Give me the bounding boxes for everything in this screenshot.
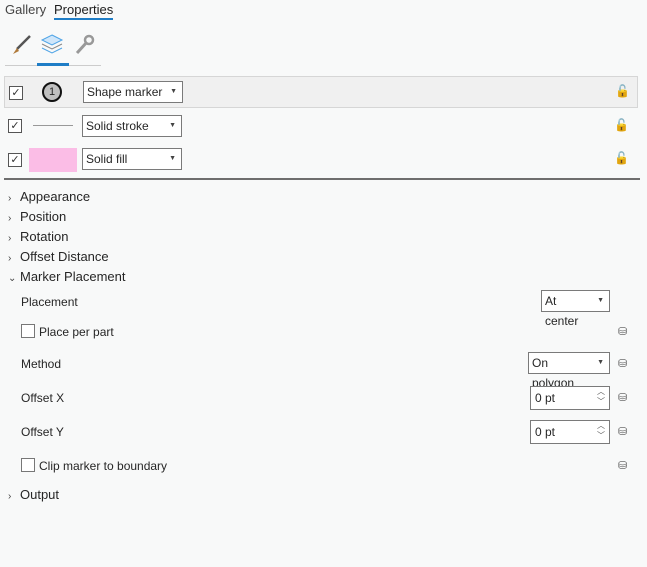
tab-properties[interactable]: Properties xyxy=(54,2,114,20)
offset-y-label: Offset Y xyxy=(21,425,64,439)
database-icon[interactable]: ⛁ xyxy=(618,459,630,472)
layers-tab-button[interactable] xyxy=(40,33,64,60)
section-offset-distance[interactable]: › Offset Distance xyxy=(8,249,109,264)
section-label: Position xyxy=(20,209,67,224)
chevron-down-icon: ⌄ xyxy=(8,273,17,284)
chevron-down-icon: ▼ xyxy=(597,297,604,304)
layer-row-marker[interactable]: ✓ 1 Shape marker ▼ 🔓 xyxy=(4,76,638,108)
layer-type-dropdown[interactable]: Solid stroke ▼ xyxy=(82,115,182,137)
wrench-icon xyxy=(75,34,95,55)
layer-visibility-checkbox[interactable]: ✓ xyxy=(8,153,22,167)
input-value: 0 pt xyxy=(535,391,556,405)
clip-marker-checkbox[interactable] xyxy=(21,458,35,472)
chevron-right-icon: › xyxy=(8,253,12,264)
clip-marker-label: Clip marker to boundary xyxy=(39,459,168,473)
spinner-arrows-icon[interactable]: ︿ ﹀ xyxy=(597,421,605,441)
section-label: Appearance xyxy=(20,189,91,204)
symbol-tab-button[interactable] xyxy=(10,34,32,59)
shape-marker-preview: 1 xyxy=(42,82,62,102)
dropdown-value: On polygon xyxy=(532,356,575,390)
database-icon[interactable]: ⛁ xyxy=(618,391,630,404)
section-label: Rotation xyxy=(20,229,69,244)
lock-icon[interactable]: 🔓 xyxy=(614,118,629,132)
dropdown-value: At center xyxy=(545,294,579,328)
chevron-right-icon: › xyxy=(8,213,12,224)
chevron-right-icon: › xyxy=(8,193,12,204)
layers-divider xyxy=(4,178,640,180)
tab-gallery[interactable]: Gallery xyxy=(5,2,46,17)
chevron-down-icon: ▼ xyxy=(597,359,604,366)
offset-y-input[interactable]: 0 pt ︿ ﹀ xyxy=(530,420,610,444)
placement-label: Placement xyxy=(21,295,78,309)
place-per-part-label: Place per part xyxy=(39,325,114,339)
offset-x-input[interactable]: 0 pt ︿ ﹀ xyxy=(530,386,610,410)
section-appearance[interactable]: › Appearance xyxy=(8,189,90,204)
database-icon[interactable]: ⛁ xyxy=(618,425,630,438)
section-marker-placement[interactable]: ⌄ Marker Placement xyxy=(8,269,125,284)
method-label: Method xyxy=(21,357,62,371)
method-dropdown[interactable]: On polygon ▼ xyxy=(528,352,610,390)
layer-type-dropdown[interactable]: Solid fill ▼ xyxy=(82,148,182,170)
layer-visibility-checkbox[interactable]: ✓ xyxy=(8,119,22,133)
placement-dropdown[interactable]: At center ▼ xyxy=(541,290,610,328)
chevron-down-icon: ▼ xyxy=(169,122,176,129)
section-label: Output xyxy=(20,487,60,502)
layer-row-stroke[interactable]: ✓ Solid stroke ▼ 🔓 xyxy=(4,110,638,142)
dropdown-value: Shape marker xyxy=(87,85,163,99)
section-position[interactable]: › Position xyxy=(8,209,66,224)
place-per-part-checkbox[interactable] xyxy=(21,324,35,338)
section-label: Offset Distance xyxy=(20,249,109,264)
layers-icon xyxy=(40,34,64,54)
layer-row-fill[interactable]: ✓ Solid fill ▼ 🔓 xyxy=(4,144,638,176)
input-value: 0 pt xyxy=(535,425,556,439)
lock-icon[interactable]: 🔓 xyxy=(615,84,630,98)
chevron-right-icon: › xyxy=(8,233,12,244)
dropdown-value: Solid fill xyxy=(86,152,128,166)
spinner-arrows-icon[interactable]: ︿ ﹀ xyxy=(597,387,605,407)
layer-visibility-checkbox[interactable]: ✓ xyxy=(9,86,23,100)
active-tab-indicator xyxy=(37,63,69,66)
fill-preview xyxy=(29,148,77,172)
lock-icon[interactable]: 🔓 xyxy=(614,151,629,165)
chevron-down-icon: ▼ xyxy=(170,88,177,95)
dropdown-value: Solid stroke xyxy=(86,119,149,133)
paintbrush-icon xyxy=(13,35,31,54)
chevron-down-icon: ▼ xyxy=(169,155,176,162)
section-output[interactable]: › Output xyxy=(8,487,59,502)
chevron-right-icon: › xyxy=(8,491,12,502)
structure-tab-button[interactable] xyxy=(73,34,95,59)
layer-type-dropdown[interactable]: Shape marker ▼ xyxy=(83,81,183,103)
offset-x-label: Offset X xyxy=(21,391,65,405)
stroke-preview xyxy=(33,125,73,126)
database-icon[interactable]: ⛁ xyxy=(618,325,630,338)
section-label: Marker Placement xyxy=(20,269,126,284)
section-rotation[interactable]: › Rotation xyxy=(8,229,68,244)
database-icon[interactable]: ⛁ xyxy=(618,357,630,370)
